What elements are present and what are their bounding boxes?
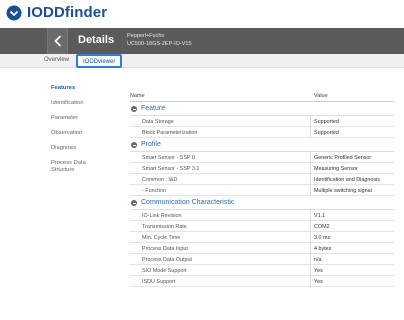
row-value: COM2 [314,223,330,230]
collapse-icon[interactable] [131,106,137,112]
vendor-name: Pepperl+Fuchs [127,33,165,39]
row-name: Min. Cycle Time [142,234,181,241]
table-header: Name Value [130,92,394,102]
brand-bar: IODDfinder [0,0,404,28]
row-value: n/a [314,256,322,263]
section-header-profile[interactable]: Profile [130,138,394,152]
row-name: IO-Link Revision [142,212,182,219]
header-bar: Details Pepperl+Fuchs UC500-18GS-2EP-IO-… [0,28,404,54]
row-value: V1.1 [314,212,326,219]
row-name: Smart Sensor - SSP 3.1 [142,165,200,172]
nav-item-observation[interactable]: Observation [51,130,121,137]
table-row: ISDU Support Yes [130,276,394,287]
device-info: Pepperl+Fuchs UC500-18GS-2EP-IO-V15 [127,32,247,48]
row-value: 3.0 ms [314,234,331,241]
table-row: Block Parameterization Supported [130,127,394,138]
app-title[interactable]: IODDfinder [27,4,107,21]
collapse-icon[interactable] [131,142,137,148]
row-name: Smart Sensor - SSP 0 [142,154,195,161]
row-name: Common : I&D [142,176,178,183]
section-label: Communication Characteristic [141,199,235,206]
collapse-icon[interactable] [131,200,137,206]
section-header-feature[interactable]: Feature [130,102,394,116]
tab-ioddviewer[interactable]: IODDviewer [76,54,123,68]
table-row: - Function Multiple switching signal [130,185,394,196]
table-row: SIO Mode Support Yes [130,265,394,276]
tab-overview[interactable]: Overview [44,57,69,63]
logo-icon [6,5,22,21]
page-title: Details [78,34,115,46]
table-row: IO-Link Revision V1.1 [130,210,394,221]
row-value: 4 bytes [314,245,332,252]
table-row: Min. Cycle Time 3.0 ms [130,232,394,243]
row-name: SIO Mode Support [142,267,187,274]
table-row: Process Data Input 4 bytes [130,243,394,254]
nav-item-identification[interactable]: Identification [51,100,121,107]
row-name: Data Storage [142,118,174,125]
row-value: Yes [314,267,323,274]
row-name: Process Data Input [142,245,188,252]
section-label: Feature [141,105,166,112]
row-name: ISDU Support [142,278,176,285]
row-name: Transmission Rate [142,223,187,230]
row-value: Measuring Sensor [314,165,358,172]
table-row: Common : I&D Identification and Diagnosi… [130,174,394,185]
row-value: Multiple switching signal [314,187,372,194]
row-value: Identification and Diagnosis [314,176,380,183]
device-name: UC500-18GS-2EP-IO-V15 [127,41,192,47]
tab-bar: Overview IODDviewer [0,54,404,68]
table-row: Data Storage Supported [130,116,394,127]
column-header-value: Value [314,93,328,99]
nav-item-features[interactable]: Features [51,85,121,92]
row-name: Block Parameterization [142,129,198,136]
section-header-communication-characteristic[interactable]: Communication Characteristic [130,196,394,210]
nav-item-diagnosis[interactable]: Diagnosis [51,145,121,152]
features-table: Name Value Feature Data Storage Supporte… [130,92,394,287]
back-button[interactable] [47,28,68,54]
nav-item-process-data-structure[interactable]: Process Data Structure [51,160,95,174]
section-label: Profile [141,141,161,148]
row-name: - Function [142,187,166,194]
table-row: Process Data Output n/a [130,254,394,265]
table-row: Smart Sensor - SSP 0 Generic Profiled Se… [130,152,394,163]
column-header-name: Name [130,93,145,99]
side-nav: Features Identification Parameter Observ… [51,85,121,182]
nav-item-parameter[interactable]: Parameter [51,115,121,122]
table-row: Transmission Rate COM2 [130,221,394,232]
row-value: Supported [314,129,339,136]
row-value: Yes [314,278,323,285]
row-value: Generic Profiled Sensor [314,154,372,161]
row-value: Supported [314,118,339,125]
chevron-left-icon [53,35,61,47]
table-row: Smart Sensor - SSP 3.1 Measuring Sensor [130,163,394,174]
row-name: Process Data Output [142,256,193,263]
